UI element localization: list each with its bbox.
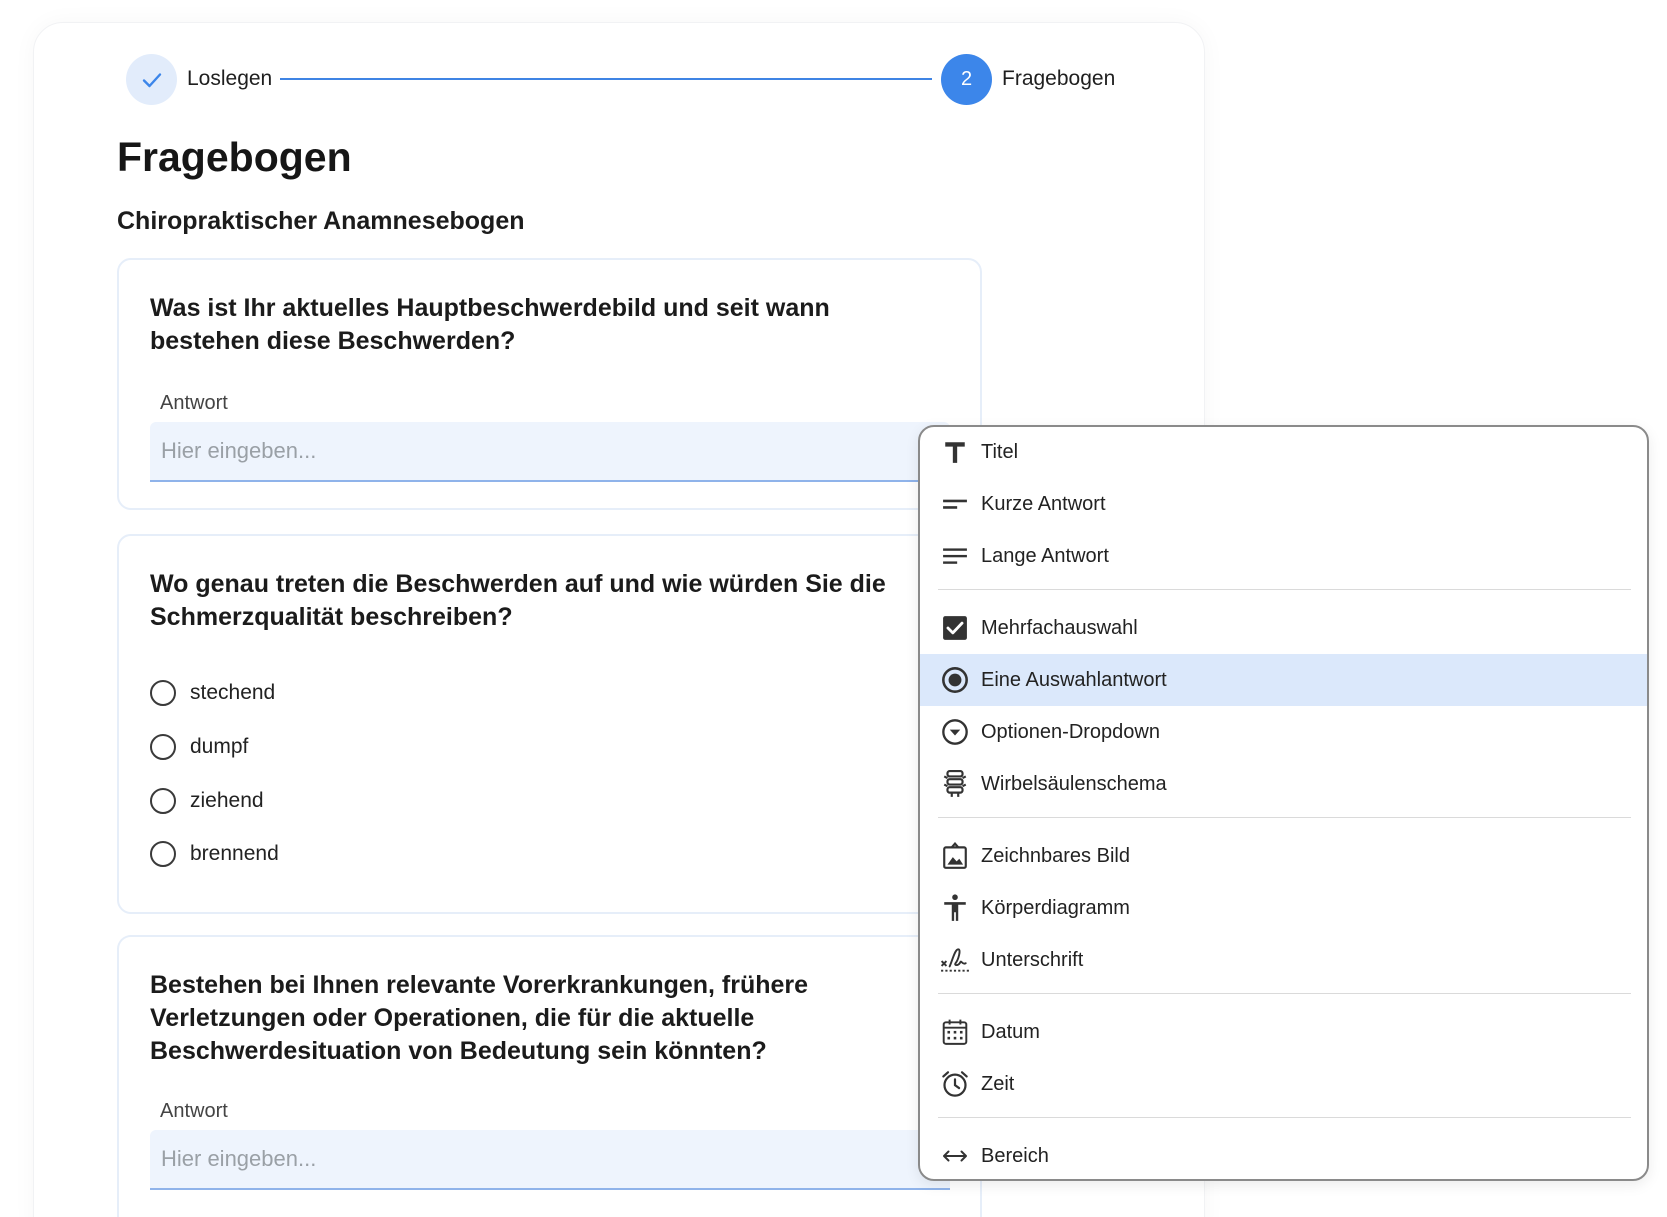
short-answer-icon: [940, 489, 970, 519]
menu-item-label: Bereich: [981, 1144, 1049, 1167]
radio-option-stechend[interactable]: stechend: [150, 678, 275, 708]
step-2-current[interactable]: 2: [941, 54, 992, 105]
menu-item-zeichnbares-bild[interactable]: Zeichnbares Bild: [920, 831, 1647, 881]
signature-icon: [940, 945, 970, 975]
checkmark-icon: [142, 72, 161, 87]
menu-item-unterschrift[interactable]: Unterschrift: [920, 935, 1647, 985]
menu-item-koerperdiagramm[interactable]: Körperdiagramm: [920, 883, 1647, 933]
menu-item-bereich[interactable]: Bereich: [920, 1131, 1647, 1179]
menu-item-label: Zeichnbares Bild: [981, 844, 1130, 867]
menu-item-label: Datum: [981, 1020, 1040, 1043]
body-diagram-icon: [940, 893, 970, 923]
menu-divider: [938, 1117, 1631, 1118]
menu-item-label: Zeit: [981, 1072, 1015, 1095]
menu-item-label: Optionen-Dropdown: [981, 720, 1160, 743]
step-2-number: 2: [960, 68, 973, 90]
drawable-image-icon: [940, 841, 970, 871]
answer-input[interactable]: [150, 422, 950, 482]
checkbox-icon: [940, 613, 970, 643]
radio-button-icon: [940, 665, 970, 695]
menu-item-label: Körperdiagramm: [981, 896, 1130, 919]
question-text: Bestehen bei Ihnen relevante Vorerkranku…: [150, 971, 809, 1065]
radio-circle[interactable]: [150, 788, 176, 814]
question-card-1: Was ist Ihr aktuelles Hauptbeschwerdebil…: [117, 258, 982, 510]
radio-circle[interactable]: [150, 841, 176, 867]
field-type-menu: Titel Kurze Antwort Lange Antwort Mehrfa…: [918, 425, 1649, 1181]
title-icon: [940, 437, 970, 467]
menu-item-label: Wirbelsäulenschema: [981, 772, 1167, 795]
menu-item-label: Kurze Antwort: [981, 492, 1106, 515]
radio-label: brennend: [190, 842, 279, 865]
step-2-label: Fragebogen: [1002, 67, 1116, 90]
menu-item-label: Mehrfachauswahl: [981, 616, 1138, 639]
radio-label: stechend: [190, 681, 276, 704]
radio-option-dumpf[interactable]: dumpf: [150, 732, 248, 762]
radio-circle[interactable]: [150, 680, 176, 706]
menu-item-eine-auswahlantwort[interactable]: Eine Auswahlantwort: [920, 654, 1647, 706]
stepper: Loslegen 2 Fragebogen: [126, 54, 1116, 108]
form-title: Chiropraktischer Anamnesebogen: [117, 207, 525, 235]
question-text: Was ist Ihr aktuelles Hauptbeschwerdebil…: [150, 294, 830, 355]
menu-item-titel[interactable]: Titel: [920, 427, 1647, 477]
range-arrows-icon: [940, 1141, 970, 1171]
answer-label: Antwort: [160, 392, 228, 414]
menu-item-mehrfachauswahl[interactable]: Mehrfachauswahl: [920, 603, 1647, 653]
long-answer-icon: [940, 541, 970, 571]
menu-item-datum[interactable]: Datum: [920, 1007, 1647, 1057]
menu-item-kurze-antwort[interactable]: Kurze Antwort: [920, 479, 1647, 529]
question-card-3: Bestehen bei Ihnen relevante Vorerkranku…: [117, 935, 982, 1217]
menu-divider: [938, 589, 1631, 590]
menu-item-label: Titel: [981, 440, 1019, 463]
step-connector: [280, 78, 932, 80]
dropdown-icon: [940, 717, 970, 747]
page-title: Fragebogen: [117, 134, 352, 180]
menu-item-label: Eine Auswahlantwort: [981, 668, 1167, 691]
answer-label: Antwort: [160, 1100, 228, 1122]
menu-item-label: Lange Antwort: [981, 544, 1109, 567]
radio-label: ziehend: [190, 789, 264, 812]
menu-item-lange-antwort[interactable]: Lange Antwort: [920, 531, 1647, 581]
step-1-label: Loslegen: [187, 67, 273, 90]
calendar-icon: [940, 1017, 970, 1047]
radio-circle[interactable]: [150, 734, 176, 760]
spine-icon: [940, 769, 970, 799]
step-1-completed[interactable]: [126, 54, 177, 105]
menu-divider: [938, 817, 1631, 818]
alarm-clock-icon: [940, 1069, 970, 1099]
menu-item-wirbelsaeulenschema[interactable]: Wirbelsäulenschema: [920, 759, 1647, 809]
answer-input[interactable]: [150, 1130, 950, 1190]
menu-item-zeit[interactable]: Zeit: [920, 1059, 1647, 1109]
menu-divider: [938, 993, 1631, 994]
question-text: Wo genau treten die Beschwerden auf und …: [150, 570, 886, 631]
menu-item-optionen-dropdown[interactable]: Optionen-Dropdown: [920, 707, 1647, 757]
question-card-2: Wo genau treten die Beschwerden auf und …: [117, 534, 982, 914]
menu-item-label: Unterschrift: [981, 948, 1084, 971]
radio-label: dumpf: [190, 735, 249, 758]
radio-option-brennend[interactable]: brennend: [150, 839, 279, 869]
radio-option-ziehend[interactable]: ziehend: [150, 786, 264, 816]
